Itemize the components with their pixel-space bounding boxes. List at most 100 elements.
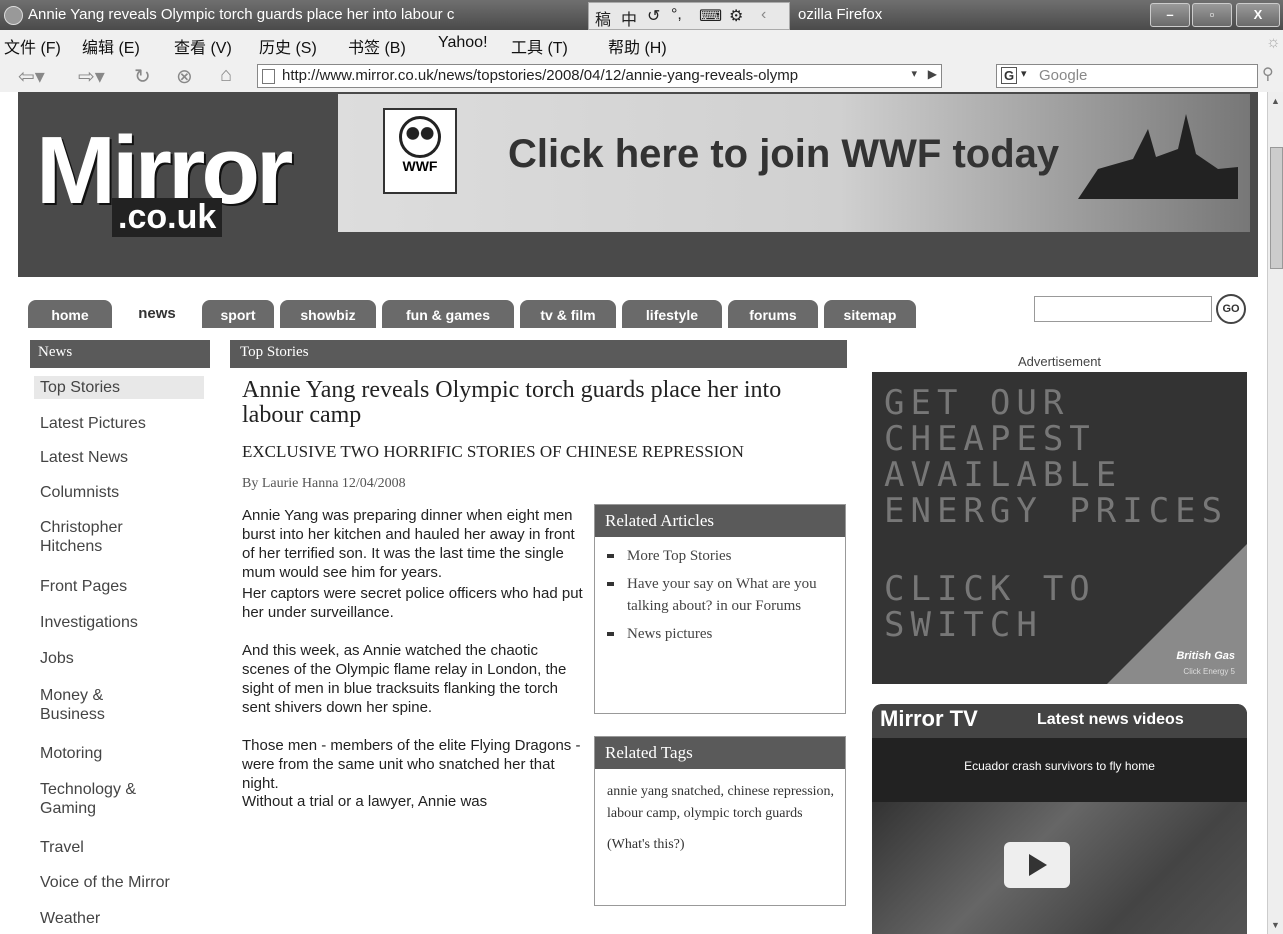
menu-yahoo[interactable]: Yahoo! [438, 34, 488, 52]
sidebar-item-top-stories[interactable]: Top Stories [34, 376, 204, 399]
ime-mode-icon[interactable]: 稿 [595, 6, 611, 30]
menu-help[interactable]: 帮助 (H) [608, 34, 667, 58]
url-dropdown-icon[interactable]: ▾ [911, 67, 917, 80]
mirror-logo[interactable]: Mirror .co.uk [34, 117, 334, 237]
mirror-tv-logo: Mirror TV [880, 706, 978, 731]
scrollbar-thumb[interactable] [1270, 147, 1283, 269]
sidebar-item-travel[interactable]: Travel [30, 838, 94, 857]
mirror-tv-title: Latest news videos [1037, 711, 1184, 728]
article-paragraph: And this week, as Annie watched the chao… [242, 642, 567, 716]
scroll-up-icon[interactable]: ▲ [1271, 96, 1280, 106]
ime-punct-icon[interactable]: ↺ [647, 6, 660, 26]
tab-home[interactable]: home [28, 300, 112, 328]
reload-icon[interactable]: ↻ [134, 64, 151, 89]
close-button[interactable]: X [1236, 3, 1280, 27]
menu-bar: 文件 (F) 编辑 (E) 查看 (V) 历史 (S) 书签 (B) Yahoo… [0, 30, 1283, 58]
panda-icon [399, 116, 441, 158]
sidebar-item-investigations[interactable]: Investigations [30, 613, 148, 632]
article-column: Top Stories Annie Yang reveals Olympic t… [230, 340, 847, 906]
article-byline: By Laurie Hanna 12/04/2008 [242, 476, 406, 491]
menu-view[interactable]: 查看 (V) [174, 34, 232, 58]
home-icon[interactable]: ⌂ [220, 64, 232, 87]
tab-lifestyle[interactable]: lifestyle [622, 300, 722, 328]
magnifier-icon[interactable]: ⚲ [1262, 64, 1274, 84]
article-paragraph: Annie Yang was preparing dinner when eig… [242, 507, 575, 581]
search-engine-dropdown-icon[interactable]: ▾ [1021, 67, 1027, 80]
menu-bookmarks[interactable]: 书签 (B) [348, 34, 406, 58]
whats-this-link[interactable]: (What's this?) [595, 831, 845, 863]
mirror-tv-widget: Mirror TV Latest news videos Ecuador cra… [872, 704, 1247, 934]
sidebar-item-front-pages[interactable]: Front Pages [30, 577, 137, 596]
wwf-banner-ad[interactable]: WWF Click here to join WWF today [338, 94, 1250, 232]
tab-tv-film[interactable]: tv & film [520, 300, 616, 328]
related-article-link[interactable]: News pictures [605, 623, 835, 645]
sidebar-item-christopher-hitchens[interactable]: Christopher Hitchens [30, 518, 190, 556]
article-paragraph: Without a trial or a lawyer, Annie was [242, 793, 488, 810]
page-icon [262, 69, 275, 84]
vertical-scrollbar[interactable]: ▲ ▼ [1267, 92, 1283, 934]
related-article-link[interactable]: Have your say on What are you talking ab… [605, 573, 835, 617]
ad-small-print: Click Energy 5 [1183, 667, 1235, 676]
site-nav-tabs: home news sport showbiz fun & games tv &… [18, 292, 1258, 330]
ad-line: SWITCH [884, 605, 1043, 645]
menu-edit[interactable]: 编辑 (E) [82, 34, 140, 58]
related-article-link[interactable]: More Top Stories [605, 545, 835, 567]
restore-button[interactable]: ▫ [1192, 3, 1232, 27]
minimize-button[interactable]: – [1150, 3, 1190, 27]
article-paragraph: Her captors were secret police officers … [242, 585, 583, 621]
video-thumbnail[interactable] [872, 802, 1247, 934]
british-gas-ad[interactable]: GET OUR CHEAPEST AVAILABLE ENERGY PRICES… [872, 372, 1247, 684]
ad-line: AVAILABLE [884, 455, 1123, 495]
mirror-tv-header: Mirror TV Latest news videos [872, 704, 1247, 738]
stop-icon[interactable]: ⊗ [176, 64, 193, 89]
ime-toolbar[interactable]: 稿 中 ↺ °, ⌨ ⚙ ‹ [588, 2, 790, 30]
sidebar-item-latest-pictures[interactable]: Latest Pictures [30, 414, 156, 433]
video-caption[interactable]: Ecuador crash survivors to fly home [872, 759, 1247, 773]
url-text[interactable]: http://www.mirror.co.uk/news/topstories/… [282, 67, 902, 84]
search-placeholder: Google [1039, 67, 1088, 84]
ime-width-icon[interactable]: °, [671, 6, 682, 24]
ime-settings-icon[interactable]: ⚙ [729, 6, 743, 26]
tab-sport[interactable]: sport [202, 300, 274, 328]
related-tags-list[interactable]: annie yang snatched, chinese repression,… [595, 769, 845, 831]
sidebar-item-latest-news[interactable]: Latest News [30, 448, 138, 467]
related-articles-heading: Related Articles [595, 505, 845, 537]
tab-news[interactable]: news [116, 294, 198, 328]
tab-forums[interactable]: forums [728, 300, 818, 328]
ime-keyboard-icon[interactable]: ⌨ [699, 6, 722, 26]
scroll-down-icon[interactable]: ▼ [1271, 920, 1280, 930]
back-icon[interactable]: ⇦▾ [18, 64, 45, 89]
menu-file[interactable]: 文件 (F) [4, 34, 61, 58]
article-subhead: EXCLUSIVE TWO HORRIFIC STORIES OF CHINES… [242, 442, 744, 461]
go-arrow-icon[interactable]: ▶ [928, 67, 937, 81]
site-search-go-button[interactable]: GO [1216, 294, 1246, 324]
play-icon[interactable] [1004, 842, 1070, 888]
address-bar[interactable]: http://www.mirror.co.uk/news/topstories/… [257, 64, 942, 88]
menu-history[interactable]: 历史 (S) [259, 34, 317, 58]
section-heading: Top Stories [230, 340, 847, 368]
search-engine-icon[interactable]: G [1001, 67, 1018, 84]
sidebar-heading: News [30, 340, 210, 368]
ime-chinese-icon[interactable]: 中 [621, 6, 637, 30]
window-title-tail: ozilla Firefox [798, 6, 883, 23]
ad-line: GET OUR [884, 383, 1070, 423]
sidebar-item-jobs[interactable]: Jobs [30, 649, 84, 668]
sidebar-item-motoring[interactable]: Motoring [30, 744, 112, 763]
sidebar-item-weather[interactable]: Weather [30, 909, 110, 928]
navigation-toolbar: ⇦▾ ⇨▾ ↻ ⊗ ⌂ http://www.mirror.co.uk/news… [0, 58, 1283, 93]
related-articles-box: Related Articles More Top Stories Have y… [594, 504, 846, 714]
related-tags-heading: Related Tags [595, 737, 845, 769]
search-bar[interactable]: G ▾ Google [996, 64, 1258, 88]
sidebar-item-technology-gaming[interactable]: Technology & Gaming [30, 780, 180, 818]
tab-sitemap[interactable]: sitemap [824, 300, 916, 328]
rhino-image [1078, 114, 1238, 199]
sidebar-item-columnists[interactable]: Columnists [30, 483, 129, 502]
ad-line: ENERGY PRICES [884, 491, 1229, 531]
sidebar-item-money-business[interactable]: Money & Business [30, 686, 160, 724]
sidebar-item-voice-of-the-mirror[interactable]: Voice of the Mirror [30, 873, 220, 892]
site-search-input[interactable] [1034, 296, 1212, 322]
tab-showbiz[interactable]: showbiz [280, 300, 376, 328]
menu-tools[interactable]: 工具 (T) [511, 34, 568, 58]
tab-fun-games[interactable]: fun & games [382, 300, 514, 328]
forward-icon[interactable]: ⇨▾ [78, 64, 105, 89]
